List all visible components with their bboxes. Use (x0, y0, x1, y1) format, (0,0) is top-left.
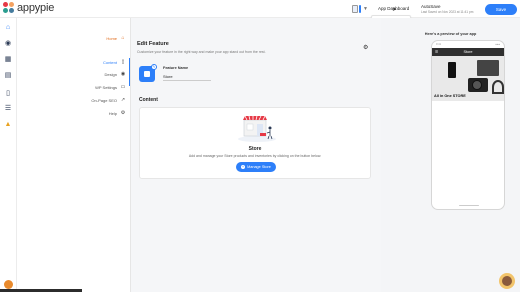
settings-gear-icon[interactable]: ⚙ (363, 44, 368, 51)
save-button[interactable]: Save (485, 4, 517, 15)
banner-tv-image (477, 60, 499, 76)
phone-preview[interactable]: 9:41 ●●● ☰ Store All in One STORE (431, 40, 505, 210)
app-preview-panel: Here's a preview of your app 9:41 ●●● ☰ … (381, 18, 520, 292)
preview-scrollbar[interactable] (514, 18, 519, 288)
chat-support-button[interactable] (499, 273, 515, 289)
palette-icon: ◉ (120, 71, 126, 77)
content-heading: Content (139, 97, 158, 103)
chevron-down-icon: ▼ (363, 6, 368, 12)
monitor-icon (352, 5, 359, 13)
status-icons: ●●● (495, 43, 500, 46)
feature-subnav: Home ⌂ Content ▯ Design ◉ WP Settings ▭ … (17, 18, 131, 292)
hamburger-icon[interactable]: ☰ (435, 50, 438, 54)
subnav-item-label: Content (102, 59, 117, 65)
phone-status-bar: 9:41 ●●● (432, 41, 504, 48)
content-card-title: Store (248, 146, 262, 152)
main-panel: Edit Feature Customize your feature in t… (131, 18, 381, 292)
top-bar: appypie ▼ App Dashboard ➤ AutoSave Last … (0, 0, 520, 18)
support-avatar-icon (502, 276, 512, 286)
store-illustration-icon (238, 115, 276, 142)
gear-icon: ⚙ (120, 110, 126, 116)
autosave-status: AutoSave Last Saved on Nov 2023 at 11:41… (421, 4, 481, 14)
feature-name-input[interactable]: Store (163, 73, 211, 81)
page-subtitle: Customize your feature in the right way … (137, 50, 266, 54)
edit-pencil-icon[interactable]: ✎ (151, 64, 157, 70)
subnav-item-wp-settings[interactable]: WP Settings ▭ (95, 84, 126, 90)
left-icon-rail: ⌂ ◉ ▦ ▤ ▯ ☰ ▲ (0, 18, 17, 292)
grid-icon[interactable]: ▦ (4, 55, 12, 63)
banner-headphones-image (492, 80, 504, 94)
subnav-item-design[interactable]: Design ◉ (105, 71, 126, 77)
rocket-icon[interactable]: ▲ (4, 120, 12, 128)
subnav-item-on-page-seo[interactable]: On-Page SEO ↗ (91, 97, 126, 103)
subnav-item-label: On-Page SEO (91, 97, 117, 103)
phone-header-title: Store (463, 50, 473, 54)
feature-icon-tile[interactable]: ✎ (139, 64, 157, 82)
status-time: 9:41 (436, 43, 442, 46)
mobile-icon (359, 5, 362, 13)
shopping-bag-icon (144, 71, 150, 77)
banner-lens-image (472, 80, 482, 90)
subnav-item-label: Design (104, 71, 117, 77)
logo-text: appypie (17, 2, 55, 14)
appypie-logo[interactable]: appypie (3, 2, 54, 14)
settings-icon: ▭ (120, 84, 126, 90)
phone-home-indicator (459, 204, 479, 206)
subnav-item-label: WP Settings (95, 84, 117, 90)
subnav-item-help[interactable]: Help ⚙ (109, 110, 126, 116)
house-icon: ⌂ (121, 35, 125, 41)
doc-icon: ▯ (121, 59, 125, 65)
subnav-item-content[interactable]: Content ▯ (103, 59, 126, 65)
banner-caption: All in One STORE (434, 94, 466, 98)
subnav-item-label: Help (108, 110, 117, 116)
autosave-timestamp: Last Saved on Nov 2023 at 11:41 pm (421, 10, 474, 14)
page-title: Edit Feature (137, 41, 169, 47)
home-icon[interactable]: ⌂ (4, 23, 12, 31)
palette-icon[interactable]: ◉ (4, 39, 12, 47)
autosave-title: AutoSave (421, 4, 441, 9)
feature-name-label: Feature Name (163, 66, 189, 70)
manage-store-label: Manage Store (247, 165, 271, 169)
subnav-item-label: Home (106, 35, 117, 41)
subnav-item-home[interactable]: Home ⌂ (106, 35, 126, 41)
list-icon[interactable]: ☰ (4, 104, 12, 112)
preview-label: Here's a preview of your app (424, 32, 477, 36)
logo-mark-icon (3, 2, 15, 14)
chart-icon: ↗ (120, 97, 126, 103)
store-banner: All in One STORE (432, 56, 504, 101)
phone-app-header: ☰ Store (432, 48, 504, 56)
device-toggle[interactable]: ▼ (352, 5, 368, 13)
help-avatar[interactable] (4, 280, 13, 289)
banner-phone-image (448, 62, 456, 78)
mouse-cursor-icon: ➤ (392, 7, 398, 13)
store-content-card: Store Add and manage your Store products… (139, 107, 371, 179)
manage-store-button[interactable]: + Manage Store (236, 162, 276, 172)
active-indicator (128, 58, 130, 86)
content-card-description: Add and manage your Store products and i… (188, 154, 322, 158)
pages-icon[interactable]: ▤ (4, 71, 12, 79)
plus-icon: + (241, 165, 246, 169)
device-icon[interactable]: ▯ (4, 89, 12, 97)
